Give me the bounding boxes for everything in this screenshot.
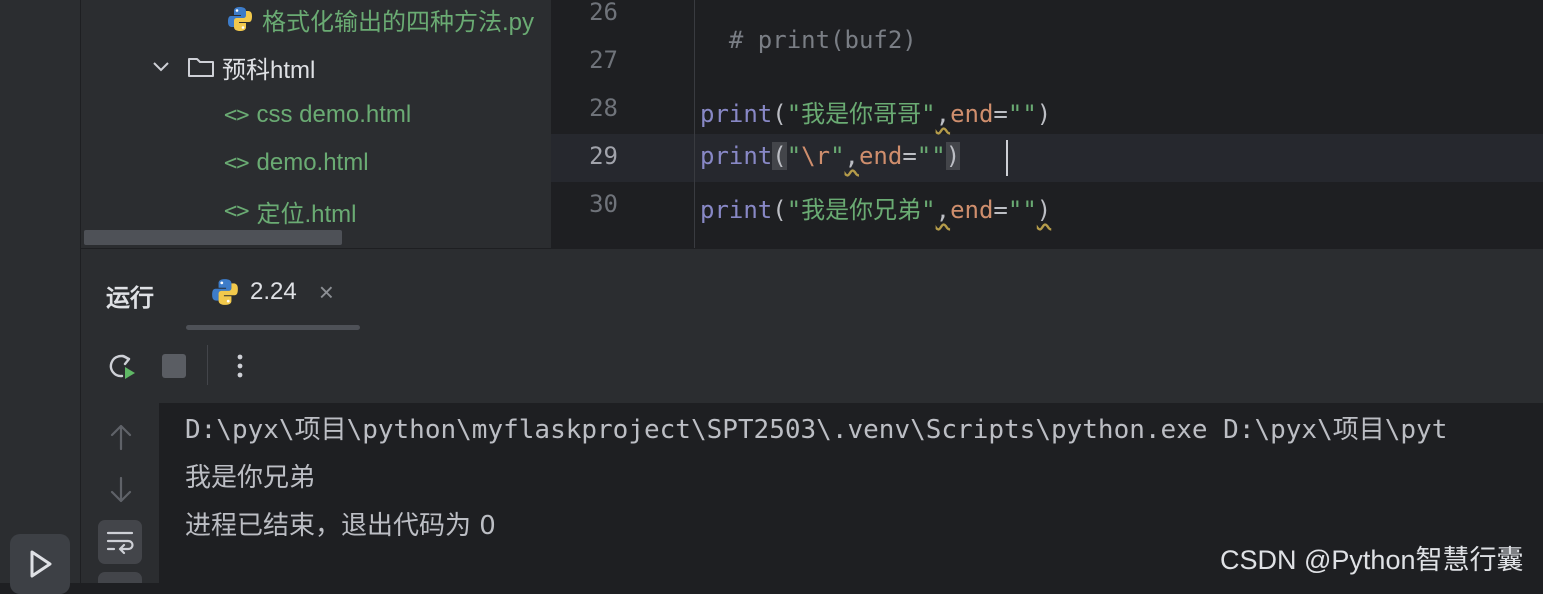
folder-icon <box>188 58 214 77</box>
more-vertical-icon <box>237 354 243 378</box>
arrow-down-icon <box>110 476 132 503</box>
console-line: 我是你兄弟 <box>185 463 316 493</box>
run-icon <box>30 550 52 578</box>
arrow-up-icon <box>110 424 132 451</box>
tool-window-strip <box>0 0 81 583</box>
run-panel-title: 运行 <box>106 285 154 312</box>
string-token: " <box>786 142 802 170</box>
rerun-icon <box>109 354 135 379</box>
operator-token: = <box>993 196 1008 224</box>
builtin-token: print <box>700 196 773 224</box>
paren-token: ( <box>772 196 787 224</box>
comment-token: # print(buf2) <box>728 26 917 54</box>
operator-token: = <box>993 100 1008 128</box>
stop-icon <box>162 354 186 378</box>
html-file-icon: <> <box>224 102 249 128</box>
tree-item-label: 格式化输出的四种方法.py <box>262 8 535 36</box>
scroll-to-end-toggle[interactable] <box>98 572 142 583</box>
soft-wrap-toggle[interactable] <box>98 520 142 564</box>
line-number: 26 <box>589 0 618 26</box>
scroll-down-button[interactable] <box>104 473 138 507</box>
tree-item-html-file[interactable]: <> css demo.html <box>224 91 411 139</box>
builtin-token: print <box>700 100 773 128</box>
toolbar-separator <box>207 345 208 385</box>
comma-token: , <box>935 196 951 224</box>
line-number: 30 <box>589 190 618 218</box>
run-tool-window-button[interactable] <box>10 534 70 594</box>
string-token: "" <box>916 142 946 170</box>
python-file-icon <box>228 7 252 31</box>
param-token: end <box>950 196 994 224</box>
code-line: print("我是你兄弟",end="") <box>700 190 1051 225</box>
escape-token: \r <box>801 142 831 170</box>
code-line: print("我是你哥哥",end="") <box>700 94 1051 129</box>
string-token: "我是你哥哥" <box>786 100 936 128</box>
string-token: "" <box>1007 100 1037 128</box>
paren-token: ) <box>1036 100 1052 128</box>
tree-item-label: 预科html <box>222 56 316 84</box>
paren-token: ) <box>1036 196 1052 224</box>
console-line: D:\pyx\项目\python\myflaskproject\SPT2503\… <box>185 415 1448 445</box>
param-token: end <box>858 142 903 170</box>
watermark: CSDN @Python智慧行囊 <box>1220 545 1524 575</box>
tree-item-python-file[interactable]: 格式化输出的四种方法.py <box>226 0 534 43</box>
scroll-up-button[interactable] <box>104 420 138 454</box>
more-options-button[interactable] <box>224 348 256 384</box>
close-icon[interactable]: × <box>319 277 334 308</box>
tree-item-html-file[interactable]: <> 定位.html <box>224 187 357 235</box>
matched-paren-token: ( <box>772 142 787 170</box>
comma-token: , <box>844 142 859 170</box>
console-line: 进程已结束，退出代码为 0 <box>185 511 496 541</box>
text-caret <box>1006 140 1008 176</box>
run-tab-label: 2.24 <box>250 278 297 305</box>
operator-token: = <box>902 142 917 170</box>
line-number: 28 <box>589 94 618 122</box>
line-number: 27 <box>589 46 618 74</box>
html-file-icon: <> <box>224 198 249 224</box>
tree-item-label: demo.html <box>256 149 369 176</box>
soft-wrap-icon <box>106 531 134 555</box>
gutter-divider <box>694 0 695 248</box>
run-tab[interactable]: 2.24 × <box>210 276 334 308</box>
chevron-down-icon <box>153 62 169 72</box>
tree-item-html-file[interactable]: <> demo.html <box>224 139 369 187</box>
stop-button[interactable] <box>158 350 190 382</box>
builtin-token: print <box>700 142 773 170</box>
matched-paren-token: ) <box>945 142 961 170</box>
html-file-icon: <> <box>224 150 249 176</box>
paren-token: ( <box>772 100 787 128</box>
string-token: " <box>830 142 845 170</box>
rerun-button[interactable] <box>103 348 139 384</box>
active-tab-indicator <box>186 325 360 330</box>
comma-token: , <box>935 100 951 128</box>
run-toolbar <box>81 331 1543 403</box>
code-line-current: print("\r",end="") <box>700 142 961 170</box>
string-token: "我是你兄弟" <box>786 196 936 224</box>
tree-item-label: css demo.html <box>256 101 412 128</box>
param-token: end <box>950 100 994 128</box>
python-icon <box>212 279 238 305</box>
tree-item-label: 定位.html <box>256 200 357 228</box>
string-token: "" <box>1007 196 1037 224</box>
tree-horizontal-scrollbar[interactable] <box>84 230 342 245</box>
code-line: # print(buf2) <box>700 0 917 54</box>
line-number-current: 29 <box>589 142 618 170</box>
tree-item-folder[interactable]: 预科html <box>148 43 315 91</box>
